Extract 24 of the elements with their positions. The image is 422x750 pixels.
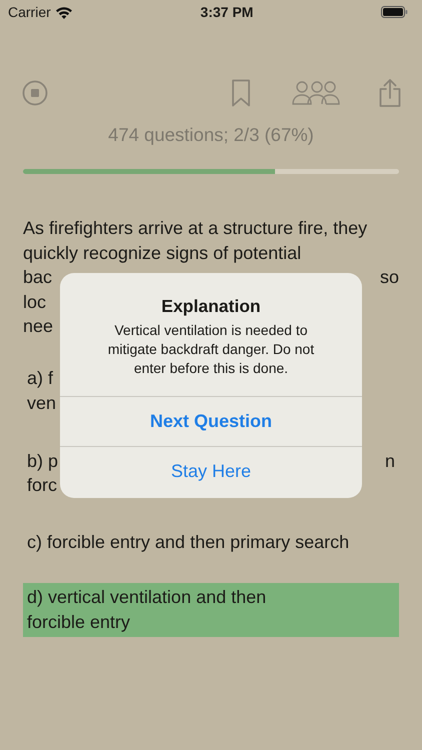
question-text: nee [23,315,54,338]
answer-option[interactable]: c) forcible entry and then primary search [23,527,399,557]
progress-summary: 474 questions; 2/3 (67%) [107,123,315,147]
answer-option[interactable]: d) vertical ventilation and then forcible entry [23,582,399,638]
alert-message: Vertical ventilation is needed to mitigate backdraft danger. Do not enter before this is done. [106,321,316,378]
answer-text: c) forcible entry and then primary search [27,530,350,554]
question-text: quickly recognize signs of potential [23,242,302,265]
battery-icon [380,6,408,18]
answer-text: forcible entry [27,611,130,634]
answer-text: a) f [27,367,54,390]
stop-icon[interactable] [20,78,50,108]
time-label: 3:37 PM [200,2,254,22]
alert-title: Explanation [160,295,262,317]
carrier-label: Carrier [8,2,51,22]
question-text: so [380,266,399,290]
share-icon[interactable] [378,78,402,108]
question-text: bac [23,266,52,290]
question-text: As firefighters arrive at a structure fire, they [23,217,368,240]
wifi-icon [54,6,73,18]
question-text: loc [23,290,46,314]
answer-text: d) vertical ventilation and then [27,586,266,610]
people-icon[interactable] [292,80,342,106]
answer-text: ven [27,392,56,416]
bookmark-icon[interactable] [231,79,251,107]
